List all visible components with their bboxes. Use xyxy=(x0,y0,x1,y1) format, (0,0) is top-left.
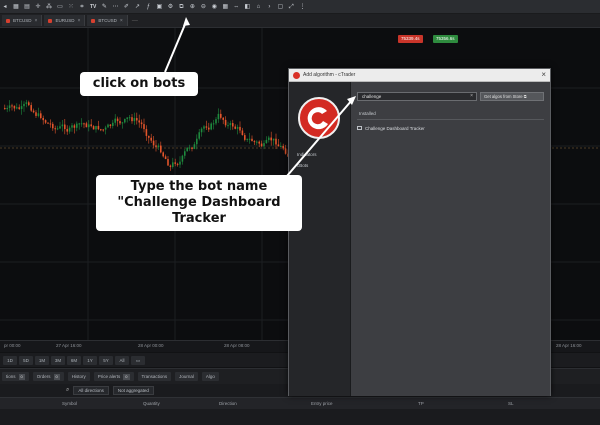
annotation-line: "Challenge Dashboard xyxy=(117,195,281,210)
ctrader-window: ◂ ▦ ▤ ✛ ⁂ ▭ ⁙ ⌗ TV ✎ ⋯ ✐ ↗ ƒ ▣ ⚙ ⧉ ⊕ ⊖ ◉… xyxy=(0,0,600,425)
arrow-to-bots xyxy=(164,21,187,73)
annotation-line: Tracker xyxy=(172,211,226,226)
annotation-type-bot-name: Type the bot name "Challenge Dashboard T… xyxy=(96,175,302,231)
annotation-line: Type the bot name xyxy=(130,179,268,194)
arrowhead xyxy=(183,17,190,26)
annotation-click-bots: click on bots xyxy=(80,72,198,96)
